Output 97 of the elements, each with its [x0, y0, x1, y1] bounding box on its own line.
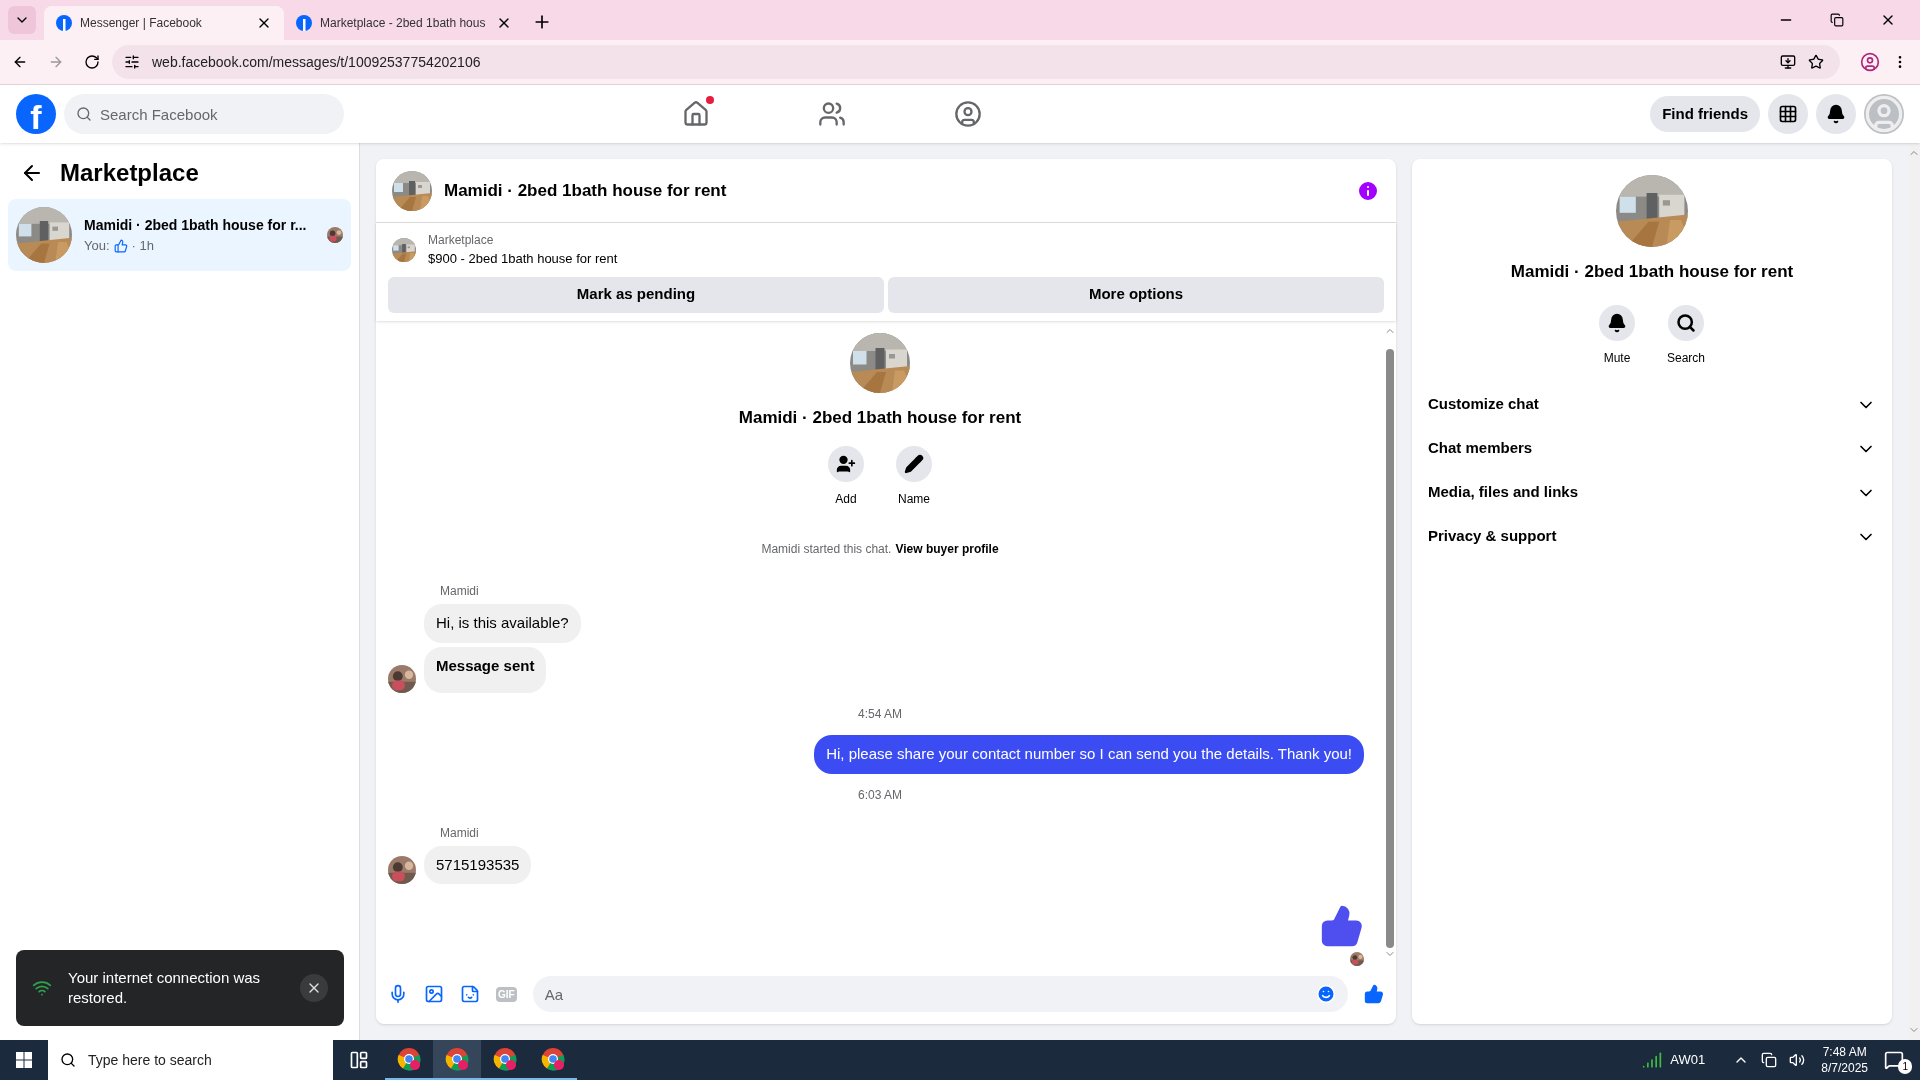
home-icon[interactable] [682, 100, 711, 128]
section-label: Customize chat [1428, 394, 1540, 415]
chat-name: Mamidi · 2bed 1bath house for r... [84, 215, 308, 235]
button-label: Mute [1603, 349, 1631, 367]
task-view-icon[interactable] [349, 1050, 369, 1070]
section-label: Media, files and links [1428, 482, 1580, 503]
timestamp: 4:54 AM [858, 706, 902, 723]
close-button[interactable] [300, 974, 328, 1002]
bell-icon [1826, 104, 1846, 124]
button-label: Add [835, 491, 857, 508]
device-icon[interactable] [1761, 1052, 1778, 1068]
facebook-icon [296, 15, 312, 31]
search-icon [1676, 312, 1696, 333]
tab-list-button[interactable] [8, 6, 36, 34]
photo-icon[interactable] [424, 984, 444, 1004]
find-friends-button[interactable]: Find friends [1650, 96, 1760, 132]
details-title: Mamidi · 2bed 1bath house for rent [1510, 261, 1794, 283]
section-row[interactable]: Privacy & support [1428, 514, 1876, 559]
notifications-button[interactable] [1816, 94, 1856, 134]
like-icon[interactable] [1364, 984, 1384, 1004]
button-label: Name [898, 491, 930, 508]
button-label: Search [1667, 349, 1705, 367]
taskbar-search-field[interactable]: Type here to search [48, 1040, 333, 1080]
scrollbar-thumb[interactable] [1386, 348, 1394, 948]
message-field[interactable]: Aa [532, 976, 1348, 1012]
clock-date: 8/7/2025 [1821, 1060, 1868, 1076]
tab-title: Messenger | Facebook [80, 15, 203, 32]
edit-name-button[interactable] [896, 446, 932, 482]
message-bubble: Hi, is this available? [424, 604, 581, 643]
people-icon[interactable] [818, 100, 847, 128]
site-info-icon[interactable] [124, 54, 140, 70]
url-text: web.facebook.com/messages/t/10092537754202106 [152, 52, 481, 72]
chrome-icon[interactable] [493, 1047, 517, 1071]
sender-name: Mamidi [440, 824, 480, 842]
chat-list-item[interactable]: Mamidi · 2bed 1bath house for r... You: · 1h [8, 199, 351, 271]
facebook-icon [56, 15, 72, 31]
chrome-icon[interactable] [397, 1047, 421, 1071]
section-label: Chat members [1428, 438, 1534, 459]
chrome-icon[interactable] [541, 1047, 565, 1071]
sticker-icon[interactable] [460, 984, 480, 1004]
section-row[interactable]: Media, files and links [1428, 470, 1876, 515]
notification-center-icon[interactable] [1884, 1050, 1904, 1070]
search-button[interactable] [1668, 304, 1704, 341]
install-icon[interactable] [1780, 54, 1796, 70]
windows-icon[interactable] [16, 1052, 32, 1068]
sender-name: Mamidi [440, 583, 480, 600]
tab-title: Marketplace - 2bed 1bath hous [320, 15, 487, 32]
apps-button[interactable] [1768, 94, 1808, 134]
network-name: AW01 [1670, 1051, 1706, 1070]
microphone-icon[interactable] [388, 984, 408, 1004]
chrome-icon[interactable] [445, 1047, 469, 1071]
pencil-icon [904, 454, 924, 474]
listing-summary: $900 - 2bed 1bath house for rent [428, 250, 618, 268]
message-bubble: 5715193535 [424, 845, 532, 884]
restore-icon[interactable] [1830, 13, 1844, 27]
add-person-button[interactable] [828, 446, 864, 482]
action-button[interactable]: More options [888, 276, 1384, 313]
listing-source: Marketplace [428, 232, 495, 249]
mute-button[interactable] [1599, 304, 1635, 341]
clock-time: 7:48 AM [1822, 1044, 1867, 1060]
address-bar[interactable]: web.facebook.com/messages/t/10092537754202106 [112, 45, 1840, 79]
facebook-logo[interactable]: f [16, 94, 56, 134]
like-icon [1320, 904, 1364, 948]
section-label: Privacy & support [1428, 526, 1558, 547]
bell-icon [1607, 312, 1627, 333]
add-person-icon [836, 454, 856, 474]
volume-icon[interactable] [1789, 1052, 1806, 1068]
action-button[interactable]: Mark as pending [388, 276, 884, 313]
search-icon [76, 106, 92, 122]
bookmark-icon[interactable] [1808, 54, 1824, 70]
groups-icon[interactable] [954, 100, 983, 128]
profile-icon[interactable] [1860, 52, 1880, 72]
chat-preview: You: [84, 236, 110, 255]
sidebar-title: Marketplace [60, 158, 199, 188]
intro-title: Mamidi · 2bed 1bath house for rent [738, 406, 1022, 429]
chat-notice: Mamidi started this chat. [761, 541, 892, 558]
notification-count: 1 [1898, 1059, 1912, 1074]
browser-tab[interactable]: Marketplace - 2bed 1bath hous [284, 6, 524, 40]
browser-tab[interactable]: Messenger | Facebook [44, 6, 284, 40]
message-bubble: Hi, please share your contact number so I can send you the details. Thank you! [814, 735, 1364, 774]
chat-title: Mamidi · 2bed 1bath house for rent [444, 179, 728, 202]
like-icon [113, 238, 128, 253]
section-row[interactable]: Customize chat [1428, 382, 1876, 427]
timestamp: 6:03 AM [858, 786, 902, 804]
person-icon [1864, 94, 1904, 134]
signal-icon[interactable] [1642, 1050, 1663, 1070]
grid-icon [1778, 104, 1798, 124]
chat-time: · 1h [131, 236, 154, 255]
search-field[interactable]: Search Facebook [64, 94, 344, 134]
buyer-profile-link[interactable]: View buyer profile [895, 540, 999, 558]
back-icon[interactable] [12, 54, 28, 70]
search-icon [60, 1052, 76, 1068]
wifi-icon [32, 978, 52, 998]
section-row[interactable]: Chat members [1428, 426, 1876, 471]
message-bubble: Message sent [424, 646, 547, 693]
reload-icon[interactable] [84, 54, 100, 70]
toast-message: Your internet connection was restored. [68, 968, 262, 1008]
